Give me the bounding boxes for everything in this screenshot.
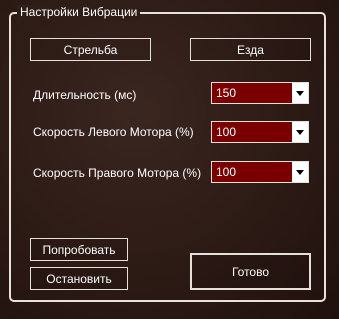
chevron-down-icon[interactable] (292, 122, 308, 142)
right-motor-select[interactable]: 100 (211, 161, 309, 183)
stop-button[interactable]: Остановить (30, 267, 128, 290)
done-button[interactable]: Готово (190, 253, 311, 290)
try-button[interactable]: Попробовать (30, 238, 128, 261)
panel-title: Настройки Вибрации (17, 4, 141, 20)
chevron-down-icon[interactable] (292, 83, 308, 103)
duration-select[interactable]: 150 (211, 82, 309, 104)
left-motor-label: Скорость Левого Мотора (%) (33, 125, 194, 139)
left-motor-value: 100 (216, 125, 237, 139)
left-motor-select[interactable]: 100 (211, 121, 309, 143)
duration-label: Длительность (мс) (33, 88, 137, 102)
chevron-down-icon[interactable] (292, 162, 308, 182)
right-motor-label: Скорость Правого Мотора (%) (33, 166, 202, 180)
duration-value: 150 (216, 86, 237, 100)
shooting-button[interactable]: Стрельба (30, 38, 151, 61)
driving-button[interactable]: Езда (190, 38, 311, 61)
right-motor-value: 100 (216, 165, 237, 179)
